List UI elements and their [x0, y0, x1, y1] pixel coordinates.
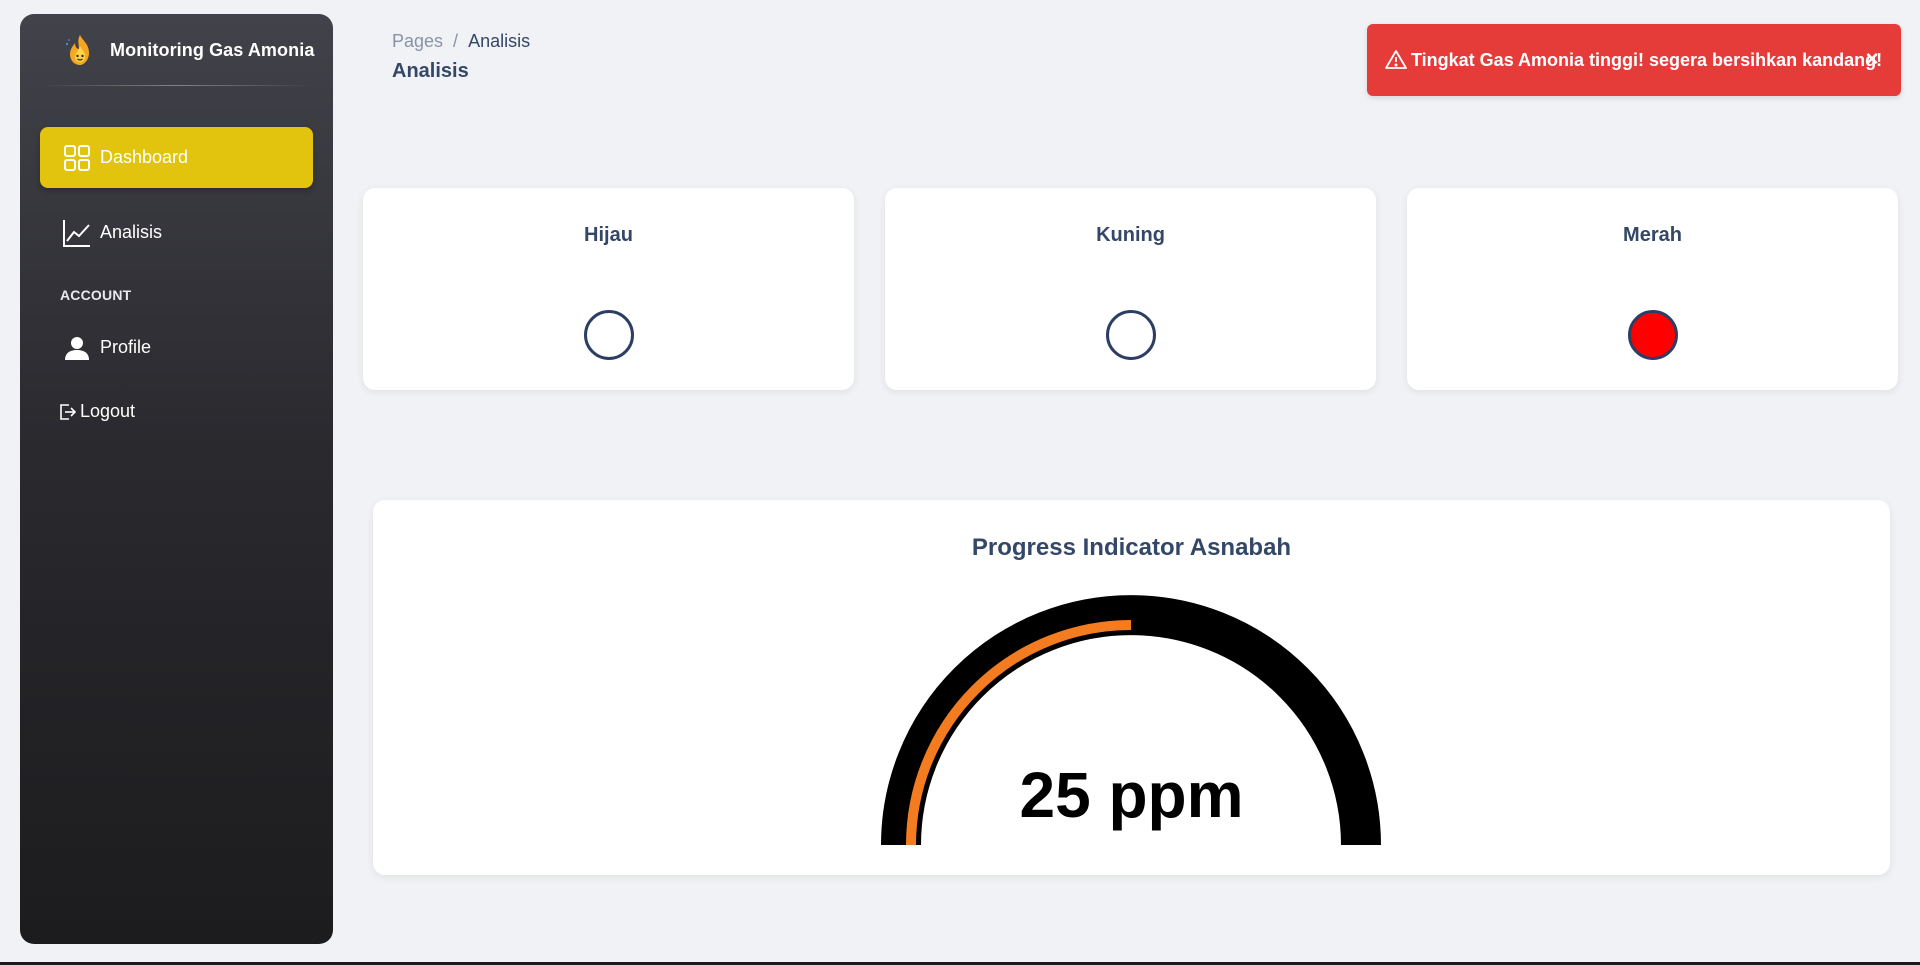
brand[interactable]: Monitoring Gas Amonia: [20, 14, 333, 86]
logout-icon: [58, 397, 78, 427]
gauge-card: Progress Indicator Asnabah 25 ppm: [373, 500, 1890, 875]
dashboard-grid-icon: [62, 143, 92, 173]
sidebar-item-label: Dashboard: [100, 147, 189, 167]
page: Monitoring Gas Amonia Dashboard Analisis…: [0, 0, 1920, 965]
indicator-title: Kuning: [1096, 224, 1165, 246]
sidebar-item-label: Analisis: [100, 222, 163, 242]
page-title: Analisis: [392, 60, 469, 82]
sidebar-item-label: Profile: [100, 337, 152, 357]
sidebar-item-profile[interactable]: Profile: [40, 317, 313, 378]
app-title: Monitoring Gas Amonia: [110, 39, 315, 60]
indicator-lamp: [583, 310, 634, 360]
indicator-card-hijau: Hijau: [363, 188, 854, 390]
sidebar-divider: [40, 85, 313, 86]
breadcrumb-separator: /: [453, 31, 459, 51]
alert-banner: Tingkat Gas Amonia tinggi! segera bersih…: [1367, 24, 1901, 96]
breadcrumb: Pages / Analisis: [392, 31, 530, 52]
sidebar-item-dashboard[interactable]: Dashboard: [40, 127, 313, 188]
indicator-lamp: [1627, 310, 1678, 360]
indicator-title: Hijau: [584, 224, 633, 246]
indicator-title: Merah: [1623, 224, 1682, 246]
indicator-card-kuning: Kuning: [885, 188, 1376, 390]
sidebar-item-label: Logout: [80, 401, 136, 421]
warning-triangle-icon: [1385, 50, 1407, 69]
sidebar-item-logout[interactable]: Logout: [40, 381, 313, 442]
person-icon: [62, 333, 92, 363]
sidebar: Monitoring Gas Amonia Dashboard Analisis…: [20, 14, 333, 944]
alert-close-button[interactable]: ×: [1857, 44, 1887, 74]
flame-logo-icon: [66, 35, 89, 65]
breadcrumb-current: Analisis: [468, 31, 531, 51]
alert-message: Tingkat Gas Amonia tinggi! segera bersih…: [1411, 49, 1883, 70]
section-label-account: ACCOUNT: [60, 287, 132, 303]
line-chart-icon: [62, 218, 92, 248]
indicator-card-merah: Merah: [1407, 188, 1898, 390]
gauge-value: 25 ppm: [1019, 759, 1244, 831]
sidebar-item-analisis[interactable]: Analisis: [40, 202, 313, 263]
indicator-lamp: [1105, 310, 1156, 360]
breadcrumb-root[interactable]: Pages: [392, 31, 443, 51]
